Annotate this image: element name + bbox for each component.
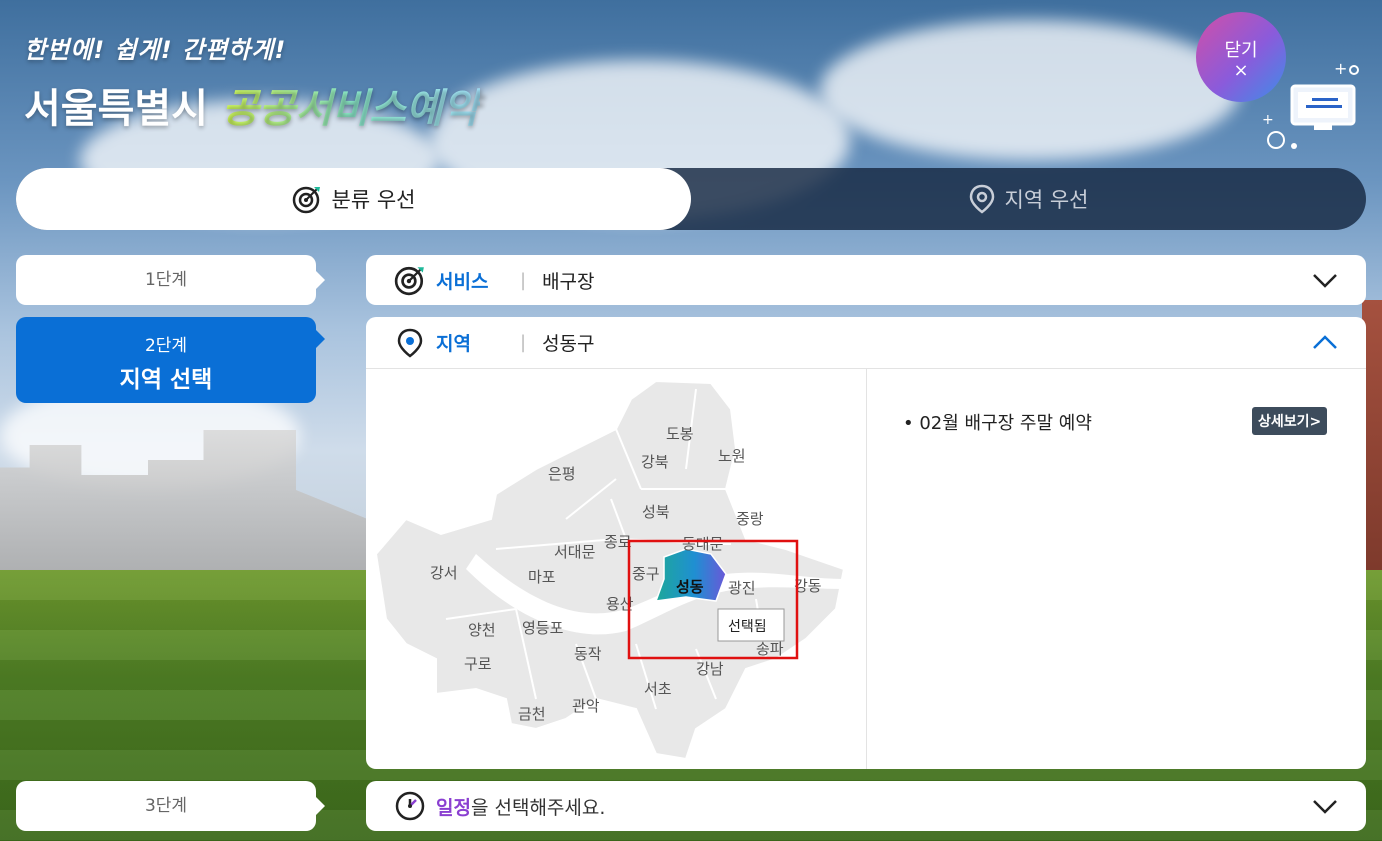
schedule-rest: 을 선택해주세요.	[470, 796, 606, 819]
district-songpa[interactable]: 송파	[756, 640, 784, 658]
district-dobong[interactable]: 도봉	[666, 425, 694, 443]
tab-region-first[interactable]: 지역 우선	[691, 168, 1366, 230]
district-gwangjin[interactable]: 광진	[728, 579, 756, 597]
district-dongdaemun[interactable]: 동대문	[682, 535, 724, 553]
location-pin-icon	[969, 184, 994, 214]
region-value: 성동구	[542, 333, 595, 355]
divider: |	[520, 332, 527, 353]
slogan-subtitle: 한번에! 쉽게! 간편하게!	[24, 36, 287, 64]
region-header[interactable]: 지역 | 성동구	[366, 317, 1366, 369]
district-nowon[interactable]: 노원	[718, 447, 746, 465]
district-gangnam[interactable]: 강남	[696, 660, 724, 678]
selected-tooltip: 선택됨	[728, 619, 767, 635]
mode-tabs: 분류 우선 지역 우선	[16, 168, 1366, 230]
district-seodaemun[interactable]: 서대문	[554, 543, 596, 561]
district-gwanak[interactable]: 관악	[572, 697, 600, 715]
chevron-up-icon[interactable]	[1312, 330, 1338, 354]
clock-icon	[394, 790, 426, 822]
svg-text:+: +	[1334, 59, 1347, 78]
schedule-highlight: 일정	[436, 796, 471, 819]
cloud	[820, 20, 1240, 160]
service-panel[interactable]: 서비스 | 배구장	[366, 255, 1366, 305]
monitor-icon: + +	[1262, 59, 1359, 149]
district-gangbuk[interactable]: 강북	[641, 453, 669, 471]
district-jungnang[interactable]: 중랑	[736, 510, 764, 528]
step-2: 2단계 지역 선택	[16, 317, 325, 403]
target-icon	[394, 264, 426, 296]
tab-region-label: 지역 우선	[1004, 188, 1089, 212]
step-2-title: 지역 선택	[119, 367, 213, 393]
schedule-header[interactable]: 일정을 선택해주세요.	[366, 781, 1366, 831]
seoul-district-map: 도봉 노원 강북 은평 성북 중랑 종로 동대문 서대문 마포 중구 광진 강동…	[366, 369, 867, 769]
service-label: 서비스	[436, 270, 489, 293]
region-panel: 지역 | 성동구 도봉 노원 강북 은평 성북 중랑 종로 동대문 서대문 마포…	[366, 317, 1366, 769]
title-accent: 공공서비스예약	[221, 86, 480, 132]
district-yangcheon[interactable]: 양천	[468, 621, 496, 639]
chevron-down-icon[interactable]	[1312, 794, 1338, 818]
step-1: 1단계	[16, 255, 325, 305]
location-pin-icon	[394, 327, 426, 359]
detail-button[interactable]: 상세보기>	[1252, 407, 1328, 435]
notice-text: 02월 배구장 주말 예약	[919, 413, 1092, 434]
district-gangseo[interactable]: 강서	[430, 564, 458, 582]
target-icon	[292, 186, 320, 214]
district-jongno[interactable]: 종로	[604, 533, 632, 551]
district-seocho[interactable]: 서초	[644, 680, 672, 698]
schedule-prompt: 일정을 선택해주세요.	[436, 793, 605, 820]
chevron-down-icon[interactable]	[1312, 268, 1338, 292]
district-eunpyeong[interactable]: 은평	[548, 465, 576, 483]
notice-item[interactable]: • 02월 배구장 주말 예약	[903, 409, 1092, 435]
map-svg: 도봉 노원 강북 은평 성북 중랑 종로 동대문 서대문 마포 중구 광진 강동…	[374, 379, 846, 761]
step-3: 3단계	[16, 781, 325, 831]
tab-category-first[interactable]: 분류 우선	[16, 168, 691, 230]
district-seongdong[interactable]: 성동	[676, 578, 704, 596]
district-dongjak[interactable]: 동작	[574, 645, 602, 663]
title-text: 서울특별시	[24, 86, 222, 132]
step-2-number: 2단계	[144, 336, 188, 356]
district-mapo[interactable]: 마포	[528, 568, 556, 586]
divider: |	[520, 269, 527, 291]
schedule-panel[interactable]: 일정을 선택해주세요.	[366, 781, 1366, 831]
district-guro[interactable]: 구로	[464, 655, 492, 673]
page-title: 서울특별시 공공서비스예약	[24, 76, 480, 134]
district-jung[interactable]: 중구	[632, 565, 660, 583]
service-header[interactable]: 서비스 | 배구장	[366, 255, 1366, 305]
district-yeongdeungpo[interactable]: 영등포	[522, 619, 564, 637]
svg-text:+: +	[1262, 112, 1274, 128]
region-label: 지역	[436, 333, 471, 355]
district-seongbuk[interactable]: 성북	[642, 503, 670, 521]
tab-category-label: 분류 우선	[331, 188, 416, 212]
district-geumcheon[interactable]: 금천	[518, 705, 546, 723]
service-value: 배구장	[542, 270, 595, 293]
